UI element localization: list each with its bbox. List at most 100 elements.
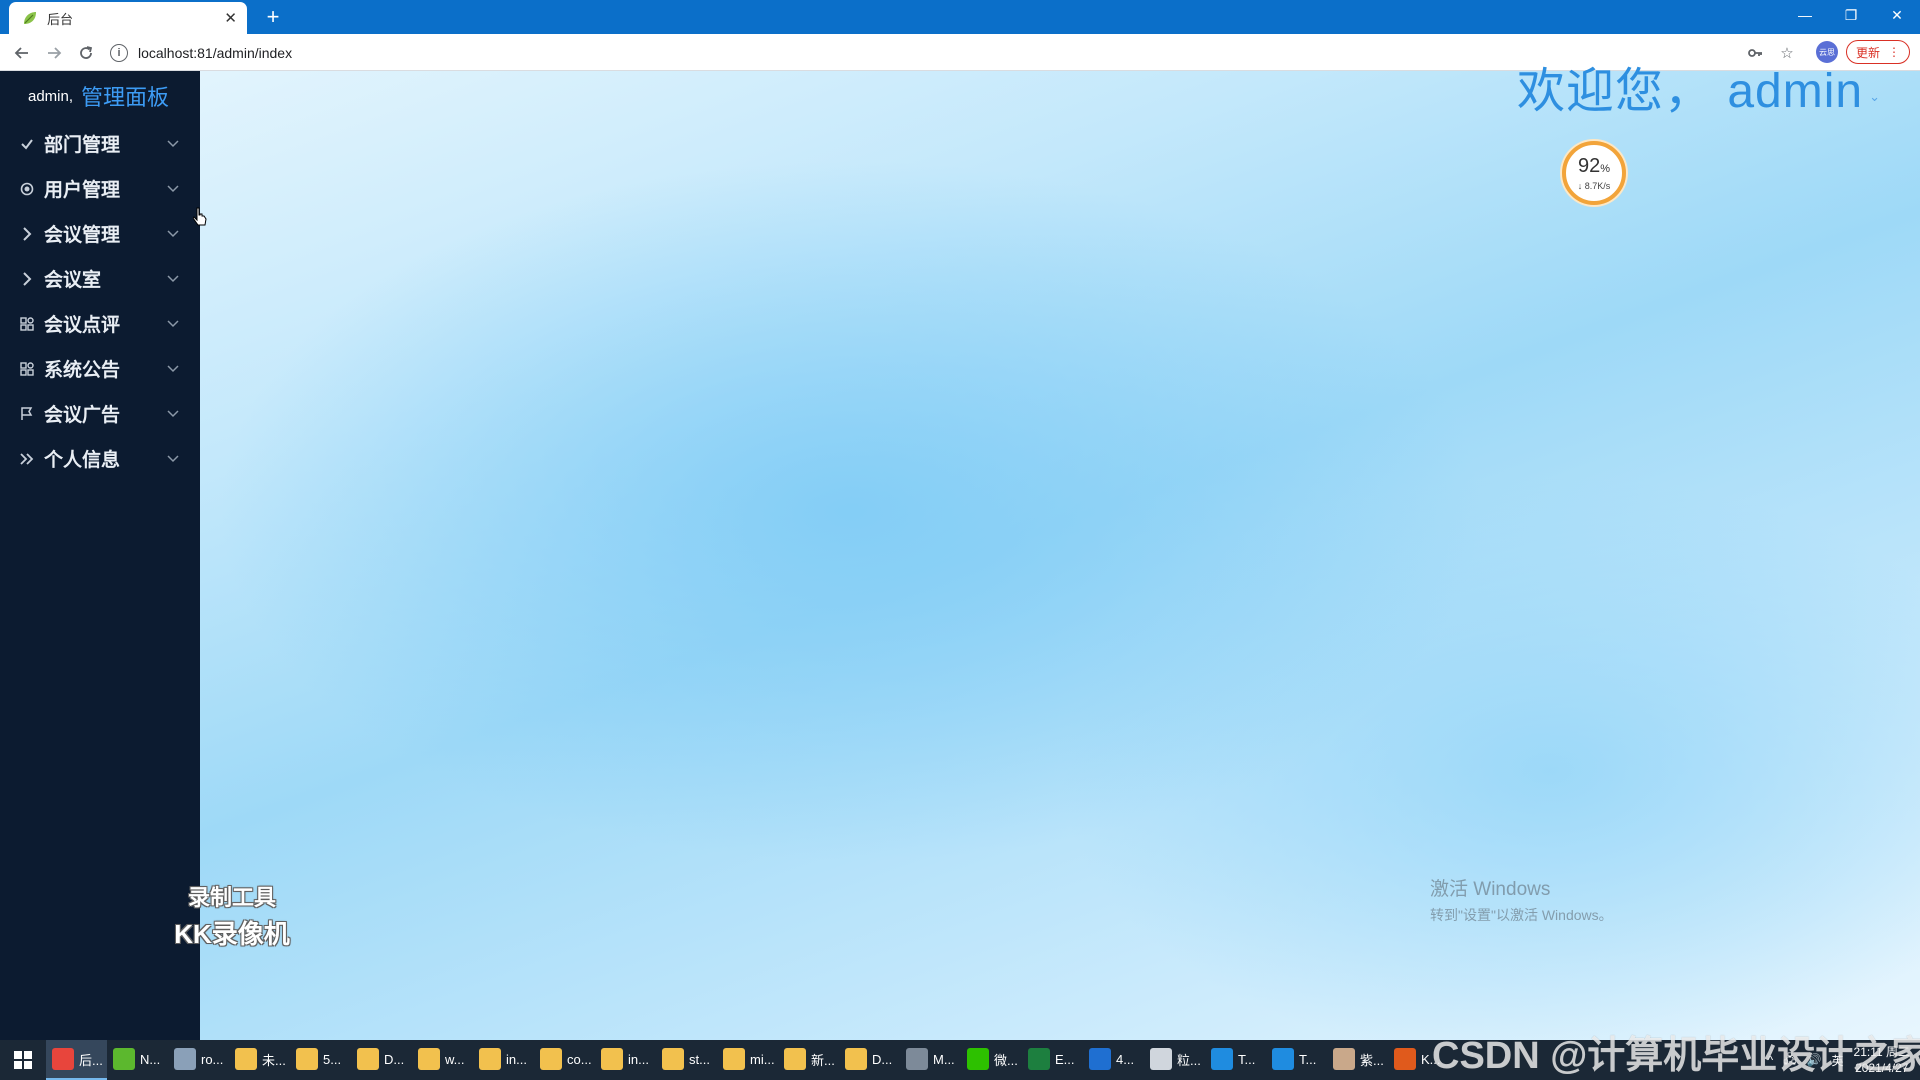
browser-titlebar: 后台 ✕ + — ❐ ✕ xyxy=(0,0,1920,34)
speed-percent: 92% xyxy=(1578,156,1610,179)
taskbar-app[interactable]: ro... xyxy=(168,1040,229,1080)
taskbar-app[interactable]: T... xyxy=(1266,1040,1327,1080)
taskbar-app[interactable]: D... xyxy=(351,1040,412,1080)
back-button[interactable] xyxy=(9,40,35,66)
app-icon xyxy=(662,1048,684,1070)
taskbar-app[interactable]: 新... xyxy=(778,1040,839,1080)
sidebar-item-label: 部门管理 xyxy=(44,135,121,156)
taskbar-app[interactable]: co... xyxy=(534,1040,595,1080)
app-icon xyxy=(1272,1048,1294,1070)
app-icon xyxy=(906,1048,928,1070)
chevron-down-icon xyxy=(166,452,180,466)
tab-close-icon[interactable]: ✕ xyxy=(224,9,237,27)
app-icon xyxy=(52,1048,74,1070)
double-chevron-icon xyxy=(18,450,36,468)
chevron-down-icon xyxy=(166,317,180,331)
sidebar-item-meeting-reviews[interactable]: 会议点评 xyxy=(0,301,200,346)
site-info-icon[interactable]: i xyxy=(110,43,128,62)
app-icon xyxy=(540,1048,562,1070)
taskbar-app[interactable]: 5... xyxy=(290,1040,351,1080)
sidebar-item-department[interactable]: 部门管理 xyxy=(0,121,200,166)
recorder-watermark-line2: KK录像机 xyxy=(174,919,290,949)
taskbar-app-label: 紫... xyxy=(1360,1052,1384,1068)
sidebar-item-meeting-ads[interactable]: 会议广告 xyxy=(0,391,200,436)
taskbar-app[interactable]: N... xyxy=(107,1040,168,1080)
app-icon xyxy=(1150,1048,1172,1070)
sidebar-item-users[interactable]: 用户管理 xyxy=(0,166,200,211)
sidebar-item-label: 会议管理 xyxy=(44,225,121,246)
taskbar-app[interactable]: mi... xyxy=(717,1040,778,1080)
taskbar-app[interactable]: 后... xyxy=(46,1040,107,1080)
tab-title: 后台 xyxy=(47,11,74,27)
app-icon xyxy=(357,1048,379,1070)
sidebar-item-label: 会议室 xyxy=(44,270,102,291)
app-icon xyxy=(418,1048,440,1070)
taskbar-app[interactable]: in... xyxy=(473,1040,534,1080)
recorder-watermark-line1: 录制工具 xyxy=(187,885,276,910)
taskbar-app[interactable]: T... xyxy=(1205,1040,1266,1080)
taskbar-app-label: co... xyxy=(567,1051,592,1067)
apps-icon xyxy=(18,315,36,333)
taskbar-app[interactable]: M... xyxy=(900,1040,961,1080)
sidebar-item-profile[interactable]: 个人信息 xyxy=(0,436,200,481)
sidebar-username: admin, xyxy=(28,87,74,105)
taskbar-app-label: 微... xyxy=(994,1052,1018,1068)
flag-icon xyxy=(18,405,36,423)
taskbar-app[interactable]: w... xyxy=(412,1040,473,1080)
sidebar-item-meetings[interactable]: 会议管理 xyxy=(0,211,200,256)
restore-button[interactable]: ❐ xyxy=(1828,0,1874,30)
csdn-watermark: CSDN @计算机毕业设计之家 xyxy=(1432,1035,1920,1077)
app-icon xyxy=(845,1048,867,1070)
browser-tab-active[interactable]: 后台 ✕ xyxy=(9,2,247,34)
minimize-button[interactable]: — xyxy=(1782,0,1828,30)
taskbar-app[interactable]: 紫... xyxy=(1327,1040,1388,1080)
new-tab-button[interactable]: + xyxy=(260,4,286,30)
taskbar-app-label: D... xyxy=(384,1051,405,1067)
taskbar-app-label: ro... xyxy=(201,1051,224,1067)
taskbar-app-label: 5... xyxy=(323,1051,342,1067)
target-icon xyxy=(18,180,36,198)
chevron-right-icon xyxy=(18,225,36,243)
welcome-text: 欢迎您， admin xyxy=(1517,65,1864,118)
close-window-button[interactable]: ✕ xyxy=(1874,0,1920,30)
taskbar-app[interactable]: in... xyxy=(595,1040,656,1080)
app-icon xyxy=(1394,1048,1416,1070)
arrow-left-icon xyxy=(14,47,28,59)
sidebar-item-label: 会议广告 xyxy=(44,405,121,426)
app-icon xyxy=(723,1048,745,1070)
taskbar-app-label: 新... xyxy=(811,1052,835,1068)
welcome-user-menu[interactable]: 欢迎您， admin ⌄ xyxy=(1517,65,1880,121)
taskbar-app[interactable]: 未... xyxy=(229,1040,290,1080)
taskbar-app-label: 粒... xyxy=(1177,1052,1201,1068)
reload-button[interactable] xyxy=(73,40,99,66)
sidebar-panel-title[interactable]: 管理面板 xyxy=(81,80,169,112)
sidebar-item-meeting-rooms[interactable]: 会议室 xyxy=(0,256,200,301)
chevron-down-icon xyxy=(166,137,180,151)
chevron-down-icon: ⌄ xyxy=(1869,89,1880,104)
taskbar-app-label: E... xyxy=(1055,1051,1075,1067)
app-icon xyxy=(1333,1048,1355,1070)
taskbar-app-label: M... xyxy=(933,1051,955,1067)
taskbar-app[interactable]: D... xyxy=(839,1040,900,1080)
network-speed-widget[interactable]: 92% ↓ 8.7K/s xyxy=(1562,141,1626,205)
taskbar-app[interactable]: st... xyxy=(656,1040,717,1080)
sidebar-item-label: 个人信息 xyxy=(44,450,121,471)
sidebar-item-label: 会议点评 xyxy=(44,315,121,336)
taskbar-app-label: mi... xyxy=(750,1051,775,1067)
speed-percent-unit: % xyxy=(1600,162,1611,175)
taskbar-app[interactable]: 微... xyxy=(961,1040,1022,1080)
more-menu-icon[interactable]: ⋮ xyxy=(1888,45,1900,59)
app-icon xyxy=(174,1048,196,1070)
taskbar-app[interactable]: E... xyxy=(1022,1040,1083,1080)
taskbar-app[interactable]: 粒... xyxy=(1144,1040,1205,1080)
start-button[interactable] xyxy=(0,1040,46,1080)
speed-percent-value: 92 xyxy=(1577,154,1601,177)
sidebar-item-announcements[interactable]: 系统公告 xyxy=(0,346,200,391)
taskbar-app-label: N... xyxy=(140,1051,161,1067)
sidebar-item-label: 系统公告 xyxy=(44,360,121,381)
chevron-right-icon xyxy=(18,270,36,288)
sidebar-header: admin, 管理面板 xyxy=(0,71,200,121)
forward-button[interactable] xyxy=(41,40,67,66)
taskbar-app[interactable]: 4... xyxy=(1083,1040,1144,1080)
activation-subtitle: 转到"设置"以激活 Windows。 xyxy=(1430,907,1613,923)
